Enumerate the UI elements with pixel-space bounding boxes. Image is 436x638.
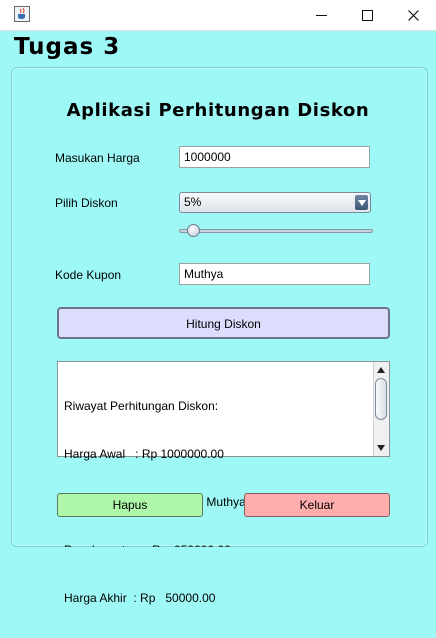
hitung-diskon-button[interactable]: Hitung Diskon <box>57 307 390 339</box>
history-textarea[interactable]: Riwayat Perhitungan Diskon: Harga Awal :… <box>57 361 390 605</box>
diskon-slider-thumb[interactable] <box>187 224 200 237</box>
scrollbar-thumb[interactable] <box>375 378 387 420</box>
close-icon <box>407 9 419 21</box>
maximize-button[interactable] <box>344 0 390 30</box>
history-line: Harga Akhir : Rp 50000.00 <box>64 591 216 605</box>
history-line: Harga Awal : Rp 1000000.00 <box>64 447 224 461</box>
history-line: Riwayat Perhitungan Diskon: <box>64 399 219 413</box>
title-bar <box>0 0 436 31</box>
harga-label: Masukan Harga <box>55 151 140 165</box>
kupon-input[interactable]: Muthya <box>179 263 370 285</box>
close-button[interactable] <box>390 0 436 30</box>
window-bottom-edge <box>0 547 436 557</box>
diskon-label: Pilih Diskon <box>55 196 118 210</box>
diskon-select[interactable]: 5% <box>179 192 371 213</box>
form-title: Aplikasi Perhitungan Diskon <box>66 100 370 121</box>
hapus-button[interactable]: Hapus <box>57 493 203 517</box>
diskon-slider[interactable] <box>179 229 373 233</box>
keluar-button[interactable]: Keluar <box>244 493 390 517</box>
scroll-up-icon[interactable] <box>377 367 385 373</box>
minimize-icon <box>315 14 327 16</box>
chevron-down-icon[interactable] <box>355 195 368 210</box>
minimize-button[interactable] <box>298 0 344 30</box>
maximize-icon <box>361 9 373 21</box>
java-cup-icon <box>14 6 30 22</box>
history-scrollbar[interactable] <box>373 362 389 456</box>
scroll-down-icon[interactable] <box>377 445 385 451</box>
diskon-selected-value: 5% <box>184 195 202 209</box>
app-title: Tugas 3 <box>14 34 121 60</box>
kupon-label: Kode Kupon <box>55 268 122 282</box>
harga-input[interactable]: 1000000 <box>179 146 370 168</box>
